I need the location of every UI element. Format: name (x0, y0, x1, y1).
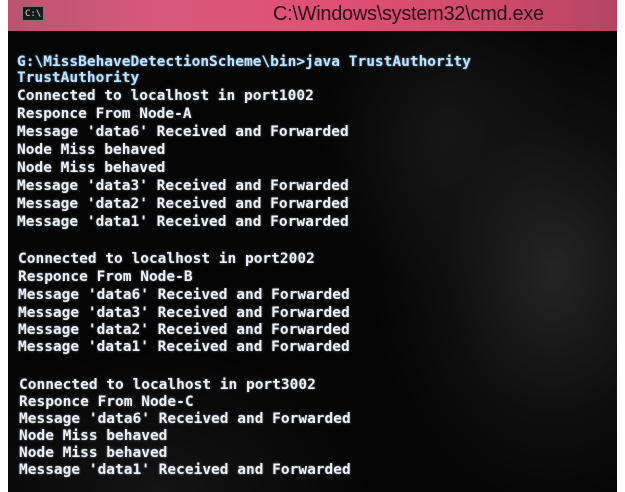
console-line: Message 'data3' Received and Forwarded (17, 178, 349, 194)
console-line: Message 'data1' Received and Forwarded (19, 462, 351, 478)
console-line: Responce From Node-B (18, 269, 193, 285)
console-line: Message 'data6' Received and Forwarded (17, 124, 349, 140)
console-line: TrustAuthority (17, 70, 140, 86)
console-line: Connected to localhost in port2002 (18, 251, 315, 267)
console-line: Responce From Node-C (19, 394, 194, 410)
console-line: Message 'data6' Received and Forwarded (18, 287, 350, 303)
console-line: Node Miss behaved (17, 160, 166, 176)
cmd-window-icon[interactable]: C:\ (22, 6, 44, 21)
console-line: Message 'data3' Received and Forwarded (18, 305, 350, 321)
console-line: Node Miss behaved (19, 445, 168, 461)
console-line: Connected to localhost in port3002 (19, 377, 316, 393)
console-line: Node Miss behaved (17, 142, 166, 158)
window-title-bar[interactable]: C:\ C:\Windows\system32\cmd.exe (8, 0, 617, 31)
console-line: Message 'data2' Received and Forwarded (18, 322, 350, 338)
window-title: C:\Windows\system32\cmd.exe (273, 3, 544, 25)
photo-frame: C:\ C:\Windows\system32\cmd.exe G:\MissB… (8, 0, 617, 492)
console-line: Node Miss behaved (19, 428, 168, 444)
console-line: Message 'data2' Received and Forwarded (17, 196, 349, 212)
console-line: Responce From Node-A (17, 106, 192, 122)
console-line: Message 'data1' Received and Forwarded (17, 214, 349, 230)
console-output[interactable]: G:\MissBehaveDetectionScheme\bin>java Tr… (8, 31, 617, 492)
console-line: Message 'data1' Received and Forwarded (18, 339, 350, 355)
console-line: Connected to localhost in port1002 (17, 88, 314, 104)
console-line: Message 'data6' Received and Forwarded (19, 411, 351, 427)
